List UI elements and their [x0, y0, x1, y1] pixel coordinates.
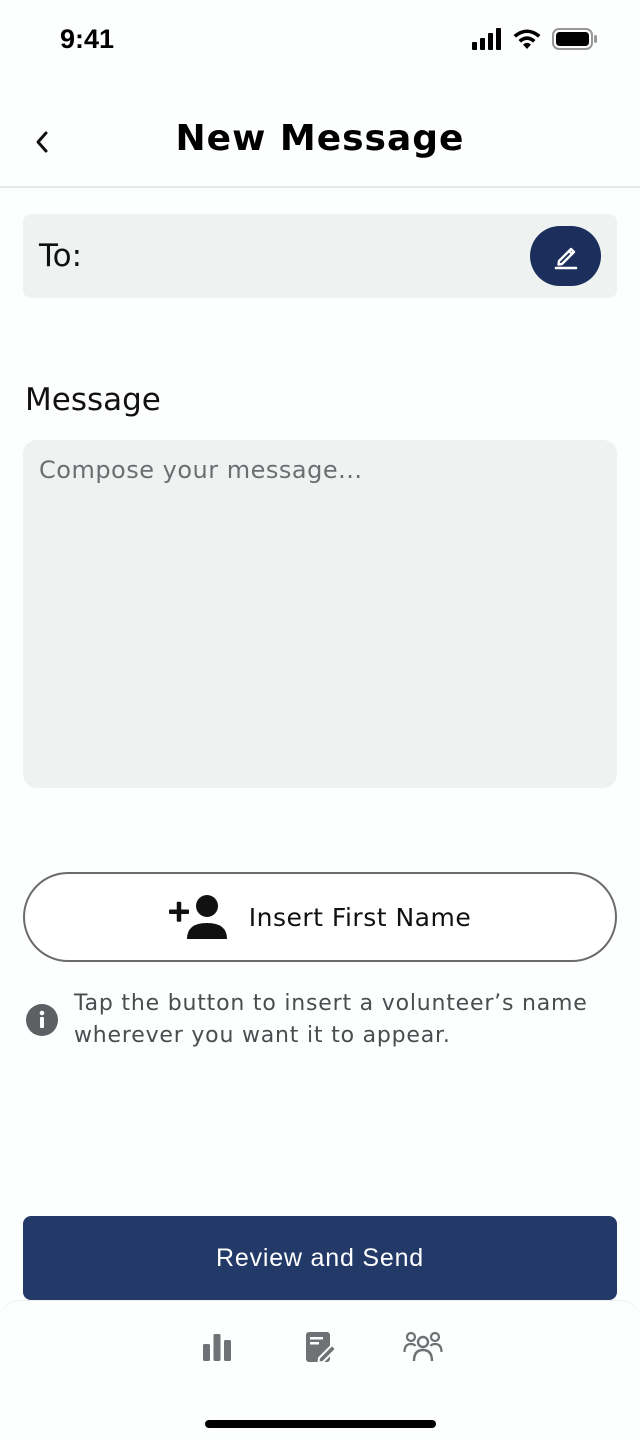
add-person-icon: [168, 895, 227, 939]
header: New Message: [0, 92, 640, 188]
signal-icon: [472, 28, 501, 50]
info-text: Tap the button to insert a volunteer’s n…: [74, 991, 588, 1048]
status-icons: [472, 28, 598, 50]
insert-first-name-button[interactable]: Insert First Name: [23, 872, 617, 962]
people-icon: [403, 1331, 443, 1362]
insert-first-name-label: Insert First Name: [248, 902, 472, 932]
bar-chart-icon: [203, 1334, 231, 1361]
message-label: Message: [25, 382, 161, 418]
tab-volunteers[interactable]: [401, 1325, 445, 1369]
review-and-send-button[interactable]: Review and Send: [23, 1216, 617, 1300]
home-indicator: [205, 1420, 436, 1428]
message-input[interactable]: [23, 440, 617, 788]
pencil-icon: [554, 247, 577, 270]
page-title: New Message: [175, 118, 465, 159]
recipients-label: To:: [39, 238, 83, 274]
edit-recipients-button[interactable]: [530, 226, 601, 286]
wifi-icon: [513, 29, 541, 49]
tab-bar: [0, 1300, 640, 1440]
recipients-field[interactable]: To:: [23, 214, 617, 298]
compose-icon: [306, 1332, 337, 1364]
tab-compose[interactable]: [298, 1325, 342, 1369]
review-and-send-label: Review and Send: [216, 1243, 424, 1272]
status-bar: 9:41: [0, 0, 640, 84]
info-icon: [26, 1004, 58, 1036]
status-time: 9:41: [60, 24, 115, 54]
battery-icon: [552, 28, 597, 50]
tab-stats[interactable]: [195, 1325, 239, 1369]
